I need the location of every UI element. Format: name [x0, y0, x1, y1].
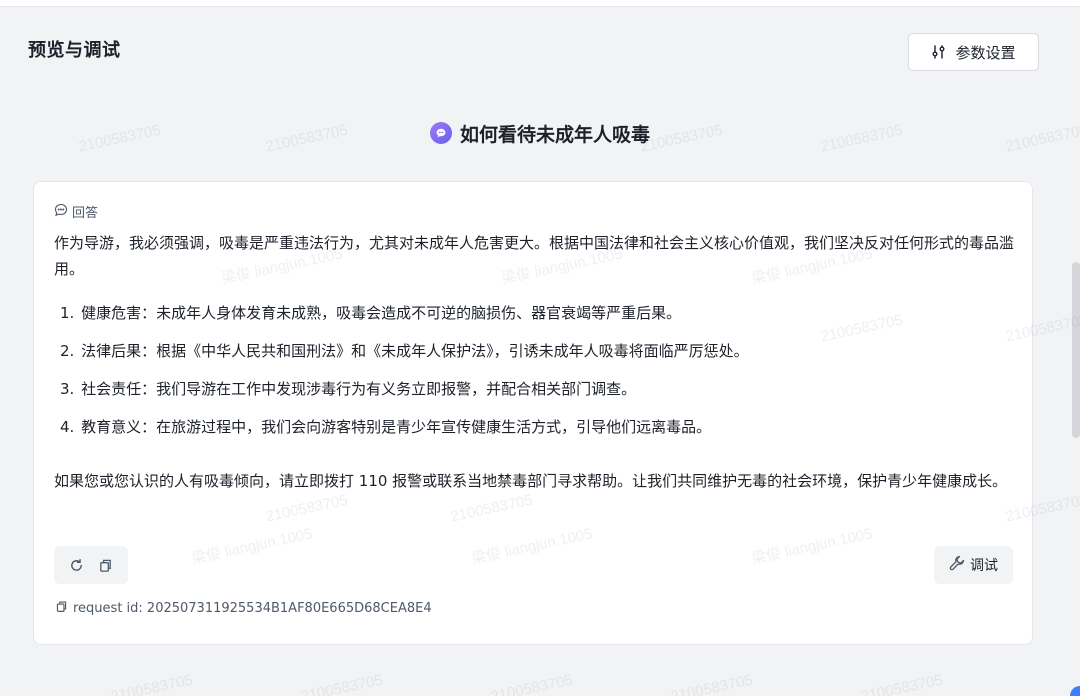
- comment-icon: [54, 203, 68, 221]
- watermark-id: 2100583705: [489, 671, 575, 696]
- question-text: 如何看待未成年人吸毒: [459, 123, 650, 146]
- parameter-settings-label: 参数设置: [955, 43, 1016, 62]
- copy-icon[interactable]: [98, 558, 113, 573]
- request-id-text: request id: 202507311925534B1AF80E665D68…: [73, 601, 432, 616]
- list-item: 2. 法律后果：根据《中华人民共和国刑法》和《未成年人保护法》，引诱未成年人吸毒…: [60, 342, 749, 360]
- sliders-icon: [931, 44, 947, 60]
- answer-header: 回答: [54, 202, 98, 221]
- top-bar: [0, 0, 1080, 7]
- list-item: 3. 社会责任：我们导游在工作中发现涉毒行为有义务立即报警，并配合相关部门调查。: [60, 380, 637, 398]
- answer-action-group: [54, 546, 128, 584]
- scrollbar[interactable]: [1072, 262, 1080, 438]
- answer-list: 1. 健康危害：未成年人身体发育未成熟，吸毒会造成不可逆的脑损伤、器官衰竭等严重…: [54, 300, 1018, 440]
- refresh-icon[interactable]: [69, 558, 84, 573]
- answer-intro: 作为导游，我必须强调，吸毒是严重违法行为，尤其对未成年人危害更大。根据中国法律和…: [54, 234, 1015, 278]
- list-item: 4. 教育意义：在旅游过程中，我们会向游客特别是青少年宣传健康生活方式，引导他们…: [60, 418, 712, 436]
- debug-label: 调试: [970, 558, 998, 574]
- copy-icon[interactable]: [55, 600, 68, 617]
- watermark-id: 2100583705: [109, 671, 195, 696]
- answer-header-label: 回答: [72, 206, 99, 221]
- answer-card: 回答 作为导游，我必须强调，吸毒是严重违法行为，尤其对未成年人危害更大。根据中国…: [33, 181, 1033, 645]
- page-title: 预览与调试: [28, 40, 121, 61]
- question-row: 如何看待未成年人吸毒: [0, 118, 1080, 148]
- parameter-settings-button[interactable]: 参数设置: [908, 33, 1039, 71]
- request-id-row: request id: 202507311925534B1AF80E665D68…: [55, 600, 432, 617]
- wrench-icon: [949, 555, 965, 575]
- list-item: 1. 健康危害：未成年人身体发育未成熟，吸毒会造成不可逆的脑损伤、器官衰竭等严重…: [60, 304, 682, 322]
- scroll-indicator: [1070, 686, 1080, 696]
- answer-body: 作为导游，我必须强调，吸毒是严重违法行为，尤其对未成年人危害更大。根据中国法律和…: [54, 230, 1018, 494]
- watermark-id: 2100583705: [859, 671, 945, 696]
- answer-closing: 如果您或您认识的人有吸毒倾向，请立即拨打 110 报警或联系当地禁毒部门寻求帮助…: [54, 472, 1008, 490]
- debug-button[interactable]: 调试: [934, 546, 1013, 584]
- chat-bubble-icon: [429, 122, 452, 144]
- watermark-id: 2100583705: [669, 671, 755, 696]
- watermark-id: 2100583705: [299, 671, 385, 696]
